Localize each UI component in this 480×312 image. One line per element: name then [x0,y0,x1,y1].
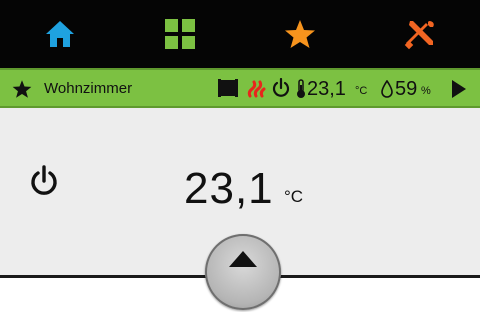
thermometer-icon [296,79,306,104]
status-humidity-unit: % [421,85,431,97]
power-button[interactable] [24,164,64,204]
expand-button[interactable] [205,234,281,310]
tools-icon [404,18,436,50]
nav-favorites-button[interactable] [240,0,360,68]
status-temperature-unit: °C [355,85,368,97]
room-status-bar[interactable]: Wohnzimmer 23,1 °C 59 % [0,68,480,108]
thermostat-screen: Wohnzimmer 23,1 °C 59 % 23,1 °C [0,0,480,312]
status-temperature: 23,1 [307,78,346,100]
favorite-star-icon[interactable] [12,79,32,104]
heating-icon [247,79,267,104]
droplet-icon [381,79,393,103]
room-name: Wohnzimmer [44,80,133,97]
window-blind-icon [217,78,239,103]
star-icon [284,18,316,50]
nav-home-button[interactable] [0,0,120,68]
home-icon [44,19,76,49]
up-arrow-icon [228,234,258,273]
power-icon [272,77,290,103]
grid-icon [164,18,196,50]
nav-grid-button[interactable] [120,0,240,68]
nav-settings-button[interactable] [360,0,480,68]
status-humidity: 59 [395,78,418,100]
next-arrow-icon[interactable] [451,79,467,104]
top-navbar [0,0,480,68]
temperature-unit: °C [284,187,304,206]
current-temperature: 23,1 [184,164,274,213]
power-icon [29,164,59,204]
